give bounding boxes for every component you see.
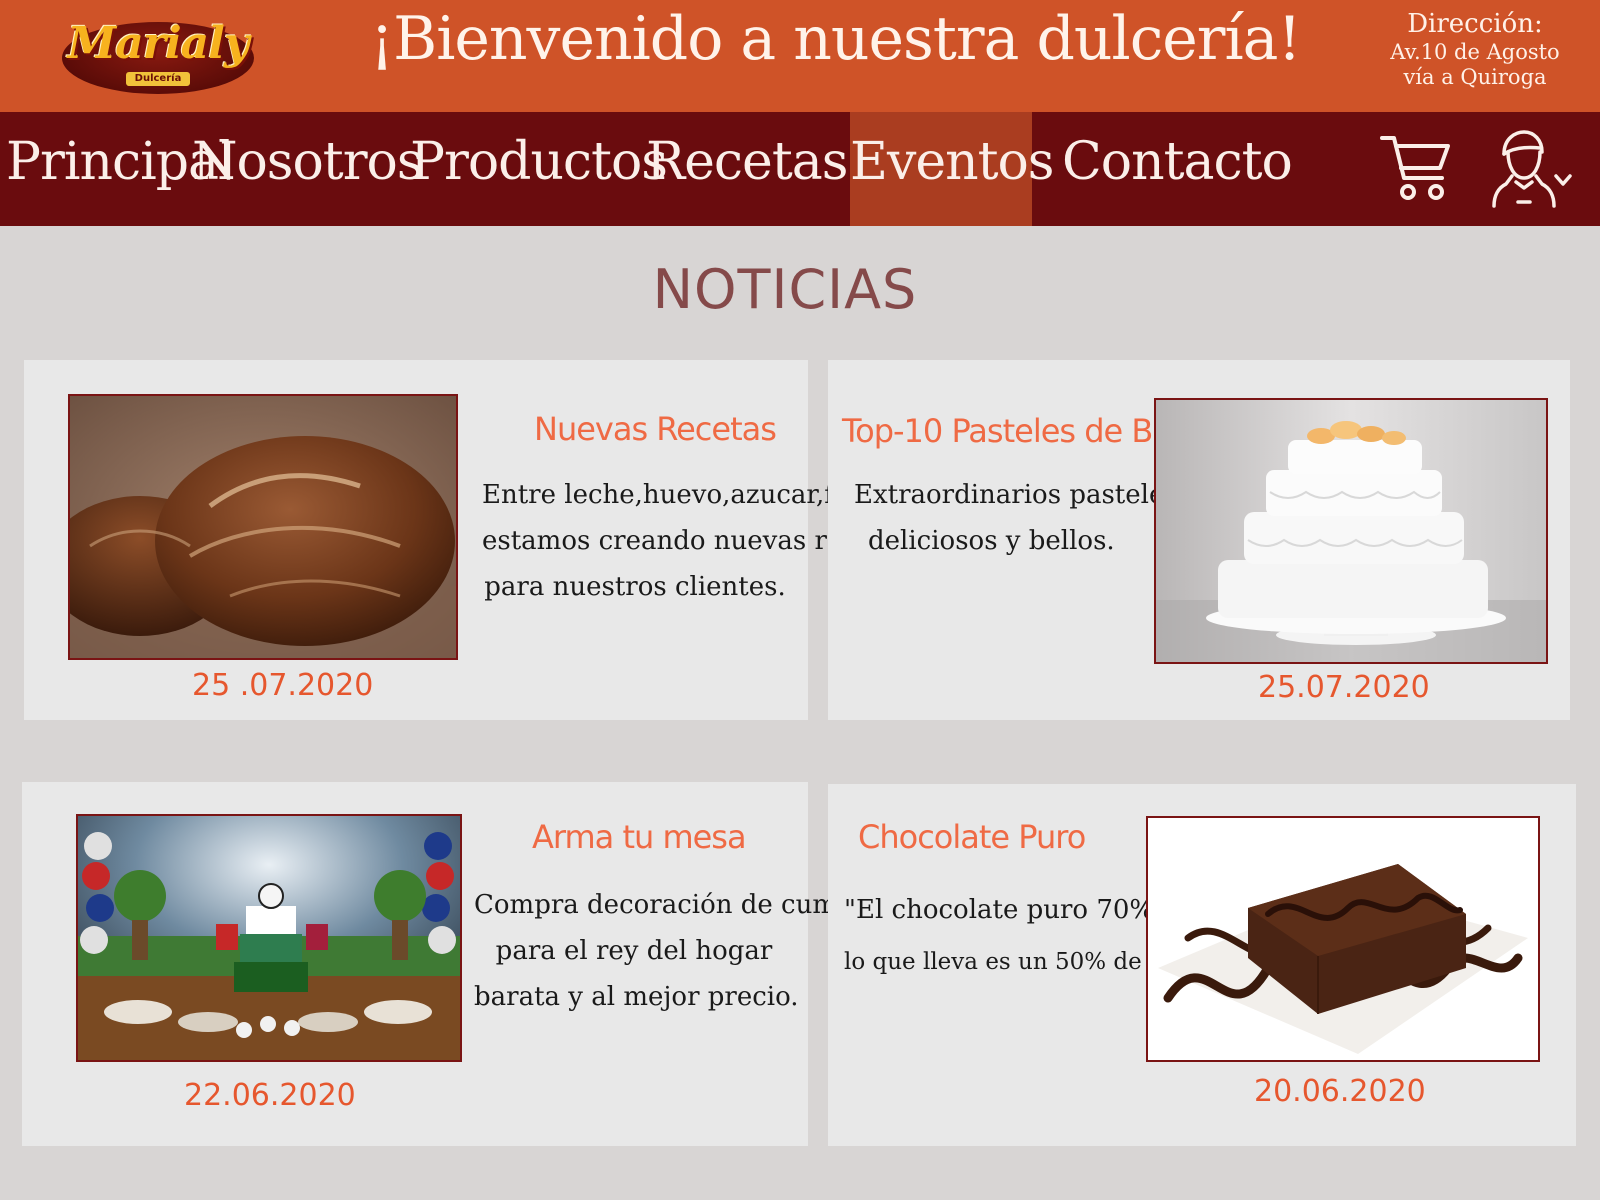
brand-logo[interactable]: Marialy Dulcería [62, 14, 254, 94]
chocolate-brownie-photo [1146, 816, 1540, 1062]
news-title[interactable]: Chocolate Puro [858, 818, 1086, 856]
news-title[interactable]: Nuevas Recetas [534, 410, 777, 448]
address-title: Dirección: [1407, 9, 1543, 39]
news-card[interactable]: Nuevas Recetas Entre leche,huevo,azucar,… [24, 360, 912, 720]
news-body-line: Compra decoración de cumpleaños [474, 890, 939, 920]
address-line-1: Av.10 de Agosto [1390, 40, 1560, 64]
nav-item-contacto[interactable]: Contacto [1062, 112, 1293, 226]
nav-item-recetas[interactable]: Recetas [646, 112, 848, 226]
news-date: 25.07.2020 [1258, 670, 1430, 705]
news-date: 20.06.2020 [1254, 1074, 1426, 1109]
news-body: "El chocolate puro 70% lo que lleva es u… [844, 884, 1238, 988]
top-header: Marialy Dulcería ¡Bienvenido a nuestra d… [0, 0, 1600, 112]
nav-item-productos[interactable]: Productos [410, 112, 668, 226]
news-body-line: lo que lleva es un 50% de azúcar" [844, 949, 1238, 975]
address-line-2: vía a Quiroga [1403, 65, 1547, 89]
news-body: Entre leche,huevo,azucar,frutas estamos … [482, 472, 912, 610]
news-body-line: estamos creando nuevas recetas [482, 526, 912, 556]
news-card[interactable]: Arma tu mesa Compra decoración de cumple… [22, 782, 939, 1146]
news-body-line: para nuestros clientes. [484, 572, 786, 602]
news-date: 22.06.2020 [184, 1078, 356, 1113]
news-card[interactable]: Top-10 Pasteles de Boda Extraordinarios … [828, 360, 1570, 720]
main-navigation: Principal Nosotros Productos Recetas Eve… [0, 112, 1600, 226]
news-body: Extraordinarios pasteles de boda delicio… [854, 472, 1291, 564]
news-body-line: "El chocolate puro 70% [844, 895, 1155, 925]
news-date: 25 .07.2020 [192, 668, 374, 703]
shopping-cart-icon[interactable] [1380, 132, 1452, 202]
news-card[interactable]: Chocolate Puro "El chocolate puro 70% lo… [828, 784, 1576, 1146]
news-body-line: deliciosos y bellos. [868, 526, 1115, 556]
party-table-photo [76, 814, 462, 1062]
news-title[interactable]: Arma tu mesa [532, 818, 747, 856]
news-body-line: para el rey del hogar [495, 936, 773, 966]
wedding-cake-photo [1154, 398, 1548, 664]
news-body: Compra decoración de cumpleaños para el … [474, 882, 939, 1020]
nav-item-eventos[interactable]: Eventos [850, 112, 1055, 226]
logo-brand-name: Marialy [67, 18, 250, 69]
news-body-line: barata y al mejor precio. [474, 982, 799, 1012]
news-body-line: Extraordinarios pasteles de boda [854, 480, 1291, 510]
page-title: NOTICIAS [652, 258, 918, 321]
logo-subtitle: Dulcería [126, 72, 190, 86]
address-block: Dirección: Av.10 de Agosto vía a Quiroga [1370, 8, 1580, 90]
nav-item-nosotros[interactable]: Nosotros [192, 112, 424, 226]
user-account-icon[interactable] [1490, 128, 1574, 208]
news-body-line: Entre leche,huevo,azucar,frutas [482, 480, 903, 510]
welcome-heading: ¡Bienvenido a nuestra dulcería! [370, 4, 1302, 74]
bread-photo [68, 394, 458, 660]
